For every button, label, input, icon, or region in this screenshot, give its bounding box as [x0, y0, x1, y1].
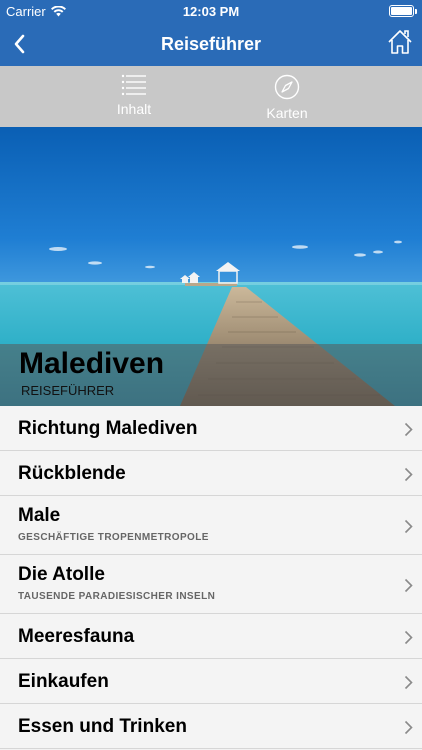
toolbar-item-inhalt[interactable]: Inhalt: [89, 74, 179, 117]
toolbar-item-karten[interactable]: Karten: [242, 74, 332, 121]
toolbar: Inhalt Karten: [0, 66, 422, 127]
compass-icon: [274, 74, 300, 100]
list-item-title: Meeresfauna: [18, 626, 135, 647]
hero-image: Malediven REISEFÜHRER: [0, 127, 422, 406]
chevron-right-icon: [404, 422, 413, 437]
guide-title: Malediven: [19, 347, 165, 380]
chevron-right-icon: [404, 720, 413, 735]
list-item-meeresfauna[interactable]: Meeresfauna: [0, 614, 422, 659]
home-icon[interactable]: [386, 27, 414, 57]
list-item-richtung-malediven[interactable]: Richtung Malediven: [0, 406, 422, 451]
chapter-list: Richtung Malediven Rückblende Male GESCH…: [0, 406, 422, 749]
list-item-title: Male: [18, 505, 61, 526]
guide-subtitle: REISEFÜHRER: [21, 383, 115, 398]
list-item-einkaufen[interactable]: Einkaufen: [0, 659, 422, 704]
navigation-bar: Reiseführer: [0, 22, 422, 66]
hero-caption: Malediven REISEFÜHRER: [0, 344, 422, 406]
list-item-title: Die Atolle: [18, 564, 105, 585]
list-item-title: Richtung Malediven: [18, 418, 198, 439]
chevron-right-icon: [404, 630, 413, 645]
status-bar: Carrier 12:03 PM: [0, 0, 422, 22]
page-title: Reiseführer: [160, 34, 262, 54]
list-item-subtitle: GESCHÄFTIGE TROPENMETROPOLE: [18, 532, 209, 543]
list-icon: [121, 74, 146, 96]
list-item-title: Rückblende: [18, 463, 126, 484]
clock: 12:03 PM: [182, 4, 240, 19]
list-item-rueckblende[interactable]: Rückblende: [0, 451, 422, 496]
chevron-right-icon: [404, 578, 413, 593]
list-item-die-atolle[interactable]: Die Atolle TAUSENDE PARADIESISCHER INSEL…: [0, 555, 422, 614]
chevron-right-icon: [404, 467, 413, 482]
toolbar-item-label: Karten: [266, 105, 308, 121]
toolbar-item-label: Inhalt: [116, 101, 152, 117]
list-item-essen-und-trinken[interactable]: Essen und Trinken: [0, 704, 422, 749]
battery-icon: [389, 5, 417, 17]
chevron-right-icon: [404, 519, 413, 534]
list-item-title: Einkaufen: [18, 671, 109, 692]
list-item-title: Essen und Trinken: [18, 716, 187, 737]
chevron-right-icon: [404, 675, 413, 690]
list-item-subtitle: TAUSENDE PARADIESISCHER INSELN: [18, 591, 216, 602]
list-item-male[interactable]: Male GESCHÄFTIGE TROPENMETROPOLE: [0, 496, 422, 555]
